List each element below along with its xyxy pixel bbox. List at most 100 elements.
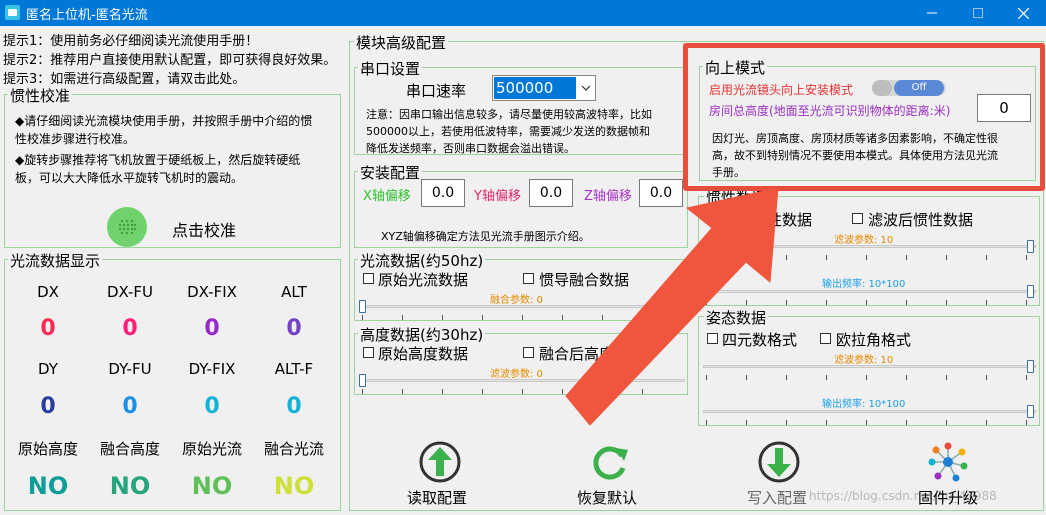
tip-1: 提示1：使用前务必仔细阅读光流使用手册！ [3,34,259,49]
restore-default-icon-button[interactable] [588,440,632,484]
label-dx-fu: DX-FU [106,283,154,301]
alt30-slider-track[interactable] [359,379,685,382]
raw-inertial-label: 原始惯性数据 [722,211,813,229]
alt30-title: 高度数据(约30hz) [358,324,486,345]
raw-inertial-checkbox[interactable] [707,213,718,224]
filtered-inertial-checkbox[interactable] [852,213,863,224]
fused-alt-checkbox[interactable] [523,347,534,358]
attitude-param: 滤波参数: 10 [834,355,894,366]
upward-toggle[interactable]: Off [872,80,946,96]
label-dx: DX [37,283,59,301]
flow50-slider-track[interactable] [359,305,685,308]
window-title: 匿名上位机-匿名光流 [26,8,148,23]
label-dy-fu: DY-FU [108,360,152,378]
attitude-filter-slider-thumb[interactable] [1027,360,1034,373]
y-offset-input[interactable]: 0.0 [529,179,573,207]
x-offset-label: X轴偏移 [363,189,411,204]
write-config-label[interactable]: 写入配置 [747,487,807,508]
status-fused-alt: NO [109,472,151,500]
firmware-upgrade-label[interactable]: 固件升级 [918,487,978,508]
label-alt-f: ALT-F [274,360,314,378]
calib-text-1a: ◆请仔细阅读光流模块使用手册，并按照手册中介绍的惯 [15,114,313,128]
value-dx-fu: 0 [122,316,138,341]
flow50-slider-thumb[interactable] [359,300,366,313]
write-config-icon-button[interactable] [757,440,801,484]
status-raw-flow: NO [191,472,233,500]
upward-title: 向上模式 [703,57,768,78]
alt30-slider-thumb[interactable] [359,374,366,387]
alt30-param: 滤波参数: 0 [490,369,543,380]
calib-text-2a: ◆旋转步骤推荐将飞机放置于硬纸板上，然后旋转硬纸 [15,153,301,167]
serial-note-1: 注意：因串口输出信息较多，请尽量使用较高波特率，比如 [366,108,652,121]
download-arrow-icon [758,441,800,483]
value-dy-fu: 0 [122,394,138,419]
label-raw-flow: 原始光流 [181,440,242,458]
read-config-icon-button[interactable] [418,440,462,484]
upward-height-input[interactable]: 0 [977,94,1031,122]
x-offset-input[interactable]: 0.0 [421,179,465,207]
refresh-icon [593,446,628,480]
attitude-freq-slider-thumb[interactable] [1027,405,1034,418]
raw-flow-checkbox[interactable] [363,273,374,284]
label-dx-fix: DX-FIX [187,283,237,301]
euler-checkbox[interactable] [820,333,831,344]
minimize-icon [927,12,937,14]
network-nodes-icon [928,442,968,482]
inertial-filter-slider-track[interactable] [703,245,1036,248]
title-bar: 匿名上位机-匿名光流 [0,0,1046,26]
fused-flow-label: 惯导融合数据 [539,271,630,289]
quaternion-checkbox[interactable] [707,333,718,344]
label-fused-flow: 融合光流 [263,440,324,458]
baud-selected-value: 500000 [494,77,576,99]
flow50-param: 融合参数: 0 [490,295,543,306]
alt30-ticks [362,389,682,394]
upward-enable-label: 启用光流镜头向上安装模式 [709,83,854,97]
firmware-upgrade-icon-button[interactable] [926,440,970,484]
serial-note-3: 降低发送频率，否则串口数据会溢出错误。 [366,142,575,155]
install-title: 安装配置 [358,162,423,183]
label-raw-alt: 原始高度 [17,440,78,458]
raw-alt-checkbox[interactable] [363,347,374,358]
calib-button-icon[interactable] [107,207,147,247]
minimize-button[interactable] [909,0,955,26]
advanced-config-title: 模块高级配置 [354,32,449,53]
value-dy-fix: 0 [204,394,220,419]
quaternion-label: 四元数格式 [722,331,798,349]
fused-alt-label: 融合后高度数据 [539,345,645,363]
baud-label: 串口速率 [406,82,467,100]
maximize-button[interactable] [955,0,1001,26]
baud-select[interactable]: 500000 [492,75,596,101]
inertial-calib-title: 惯性校准 [8,85,73,106]
install-note: XYZ轴偏移确定方法见光流手册图示介绍。 [381,230,590,243]
serial-note-2: 500000以上，若使用低波特率，需要减少发送的数据帧和 [366,125,650,138]
restore-default-label[interactable]: 恢复默认 [577,487,637,508]
maximize-icon [973,8,983,18]
status-raw-alt: NO [27,472,69,500]
attitude-freq-ticks [706,420,1033,425]
calib-text-1b: 性校准步骤进行校准。 [15,132,136,146]
z-offset-input[interactable]: 0.0 [639,179,683,207]
upward-note-1: 因灯光、房顶高度、房顶材质等诸多因素影响，不确定性很 [712,132,998,145]
raw-flow-label: 原始光流数据 [378,271,469,289]
inertial-freq-slider-thumb[interactable] [1027,285,1034,298]
attitude-freq: 输出频率: 10*100 [822,399,906,410]
fused-flow-checkbox[interactable] [523,273,534,284]
label-dy: DY [38,360,58,378]
attitude-freq-slider-track[interactable] [703,410,1036,413]
value-alt: 0 [286,316,302,341]
calib-button[interactable]: 点击校准 [172,217,236,241]
inertial-filter-slider-thumb[interactable] [1027,240,1034,253]
app-icon [5,5,20,20]
inertial-filter-ticks [706,255,1033,260]
value-dx: 0 [40,316,56,341]
upward-note-2: 高，故不到特别情况不要使用本模式。具体使用方法见光流 [712,149,998,162]
z-offset-label: Z轴偏移 [584,189,632,204]
read-config-label[interactable]: 读取配置 [407,487,467,508]
label-dy-fix: DY-FIX [188,360,236,378]
flow50-ticks [362,315,682,320]
close-button[interactable] [1000,0,1046,26]
upward-toggle-knob [872,80,892,96]
upload-arrow-icon [419,441,461,483]
inertial-freq-slider-track[interactable] [703,290,1036,293]
attitude-filter-slider-track[interactable] [703,365,1036,368]
